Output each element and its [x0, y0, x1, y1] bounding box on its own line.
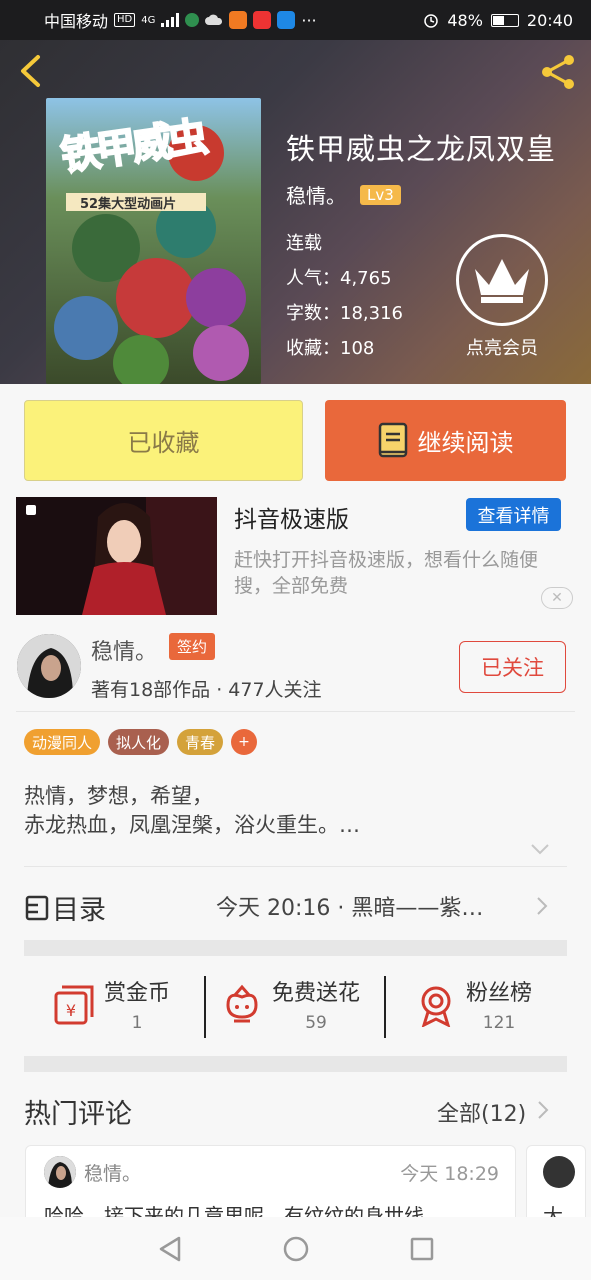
hot-comments-title: 热门评论	[24, 1099, 132, 1130]
reward-label: 粉丝榜	[466, 981, 533, 1006]
divider	[24, 866, 567, 867]
nav-recents-button[interactable]	[407, 1234, 437, 1264]
book-cover[interactable]: 铁甲威虫 52集大型动画片	[46, 98, 261, 384]
book-meta: 连载 人气：4,765 字数：18,316 收藏：108	[286, 226, 403, 366]
crown-icon	[475, 259, 529, 303]
reward-label: 赏金币	[104, 981, 171, 1006]
author-stats: 著有18部作品 · 477人关注	[91, 679, 322, 701]
word-count-label: 字数：18,316	[286, 303, 403, 324]
divider	[204, 976, 206, 1038]
battery-icon	[490, 13, 519, 27]
status-label: 连载	[286, 233, 322, 254]
clock-time: 20:40	[526, 10, 573, 30]
fan-ranking-button[interactable]: 粉丝榜 121	[414, 975, 532, 1037]
tag-item[interactable]: 拟人化	[108, 729, 170, 755]
intro-line: 热情，梦想，希望，	[24, 784, 213, 808]
more-notifications-icon: ···	[301, 10, 317, 30]
ad-image[interactable]	[16, 497, 217, 615]
comment-time: 今天 18:29	[400, 1163, 499, 1185]
level-badge: Lv3	[360, 184, 401, 205]
carrier-label: 中国移动	[44, 12, 109, 31]
network-label: 4G	[141, 14, 156, 26]
intro-line: 赤龙热血，凤凰涅槃，浴火重生。…	[24, 813, 360, 837]
hd-badge: HD	[114, 13, 136, 27]
medal-icon	[421, 986, 451, 1027]
comment-avatar[interactable]	[44, 1156, 76, 1188]
news-app-icon	[253, 11, 272, 29]
add-tag-button[interactable]: +	[231, 729, 258, 755]
book-intro: 热情，梦想，希望， 赤龙热血，凤凰涅槃，浴火重生。…	[24, 782, 360, 840]
comment-avatar[interactable]	[543, 1156, 575, 1188]
battery-percent: 48%	[447, 10, 483, 30]
browser-app-icon	[277, 11, 296, 29]
send-flower-button[interactable]: 免费送花 59	[220, 975, 360, 1037]
cloud-icon	[205, 14, 223, 25]
continue-reading-button[interactable]: 继续阅读	[325, 400, 566, 481]
ad-detail-button[interactable]: 查看详情	[466, 498, 561, 531]
nav-home-button[interactable]	[281, 1234, 311, 1264]
nav-back-button[interactable]	[155, 1234, 185, 1264]
reward-count: 1	[131, 1013, 143, 1033]
share-icon[interactable]	[539, 52, 579, 92]
tag-item[interactable]: 动漫同人	[24, 729, 101, 755]
tag-item[interactable]: 青春	[177, 729, 224, 755]
popularity-label: 人气：4,765	[286, 268, 392, 289]
continue-reading-label: 继续阅读	[417, 429, 514, 457]
book-header: 铁甲威虫 52集大型动画片 铁甲威虫之龙凤双皇 稳情。 Lv3 连载 人气：4,…	[0, 40, 591, 384]
ad-title[interactable]: 抖音极速版	[234, 500, 349, 534]
section-separator	[24, 940, 567, 956]
download-notification-icon	[185, 13, 200, 27]
chevron-right-icon[interactable]	[535, 896, 549, 916]
collected-button[interactable]: 已收藏	[24, 400, 303, 481]
book-icon	[378, 422, 407, 457]
section-separator	[24, 1056, 567, 1072]
catalog-title: 目录	[52, 895, 106, 926]
circle-home-icon	[283, 1236, 308, 1261]
ad-close-button[interactable]: ✕	[541, 587, 573, 609]
reward-label: 免费送花	[272, 981, 361, 1006]
divider	[16, 711, 575, 712]
expand-chevron-icon[interactable]	[530, 842, 550, 856]
alarm-icon	[424, 14, 439, 28]
reward-count: 59	[305, 1013, 327, 1033]
svg-text:¥: ¥	[66, 1001, 76, 1020]
comment-user[interactable]: 稳情。	[84, 1159, 141, 1186]
book-title: 铁甲威虫之龙凤双皇	[286, 132, 557, 166]
chevron-right-icon[interactable]	[536, 1100, 550, 1120]
author-avatar[interactable]	[17, 634, 81, 698]
vip-button[interactable]: 点亮会员	[456, 234, 548, 360]
signed-badge: 签约	[169, 633, 216, 660]
reward-coin-button[interactable]: ¥ 赏金币 1	[52, 975, 170, 1037]
favorites-label: 收藏：108	[286, 338, 375, 359]
all-comments-link[interactable]: 全部(12)	[437, 1096, 526, 1128]
system-nav-bar	[0, 1217, 591, 1280]
signal-icon	[161, 13, 180, 27]
video-app-icon	[229, 11, 248, 29]
divider	[384, 976, 386, 1038]
red-envelope-icon: ¥	[54, 985, 94, 1025]
square-recents-icon	[410, 1237, 433, 1260]
tag-list: 动漫同人 拟人化 青春 +	[24, 729, 258, 755]
cover-subtitle: 52集大型动画片	[80, 197, 177, 212]
author-name-secondary[interactable]: 稳情。	[91, 634, 157, 666]
flower-icon	[226, 984, 258, 1023]
author-name[interactable]: 稳情。	[286, 180, 346, 209]
reward-count: 121	[482, 1013, 516, 1033]
catalog-latest-chapter[interactable]: 今天 20:16 · 黑暗——紫…	[216, 890, 483, 922]
catalog-icon	[25, 895, 49, 920]
follow-button[interactable]: 已关注	[459, 641, 566, 693]
status-bar: 中国移动 HD 4G ··· 48% 20:40	[0, 0, 591, 40]
back-icon[interactable]	[16, 54, 46, 88]
catalog-row[interactable]: 目录	[24, 888, 106, 927]
triangle-back-icon	[159, 1236, 180, 1261]
vip-label: 点亮会员	[466, 338, 538, 359]
ad-description: 赶快打开抖音极速版，想看什么随便搜，全部免费	[234, 549, 539, 597]
